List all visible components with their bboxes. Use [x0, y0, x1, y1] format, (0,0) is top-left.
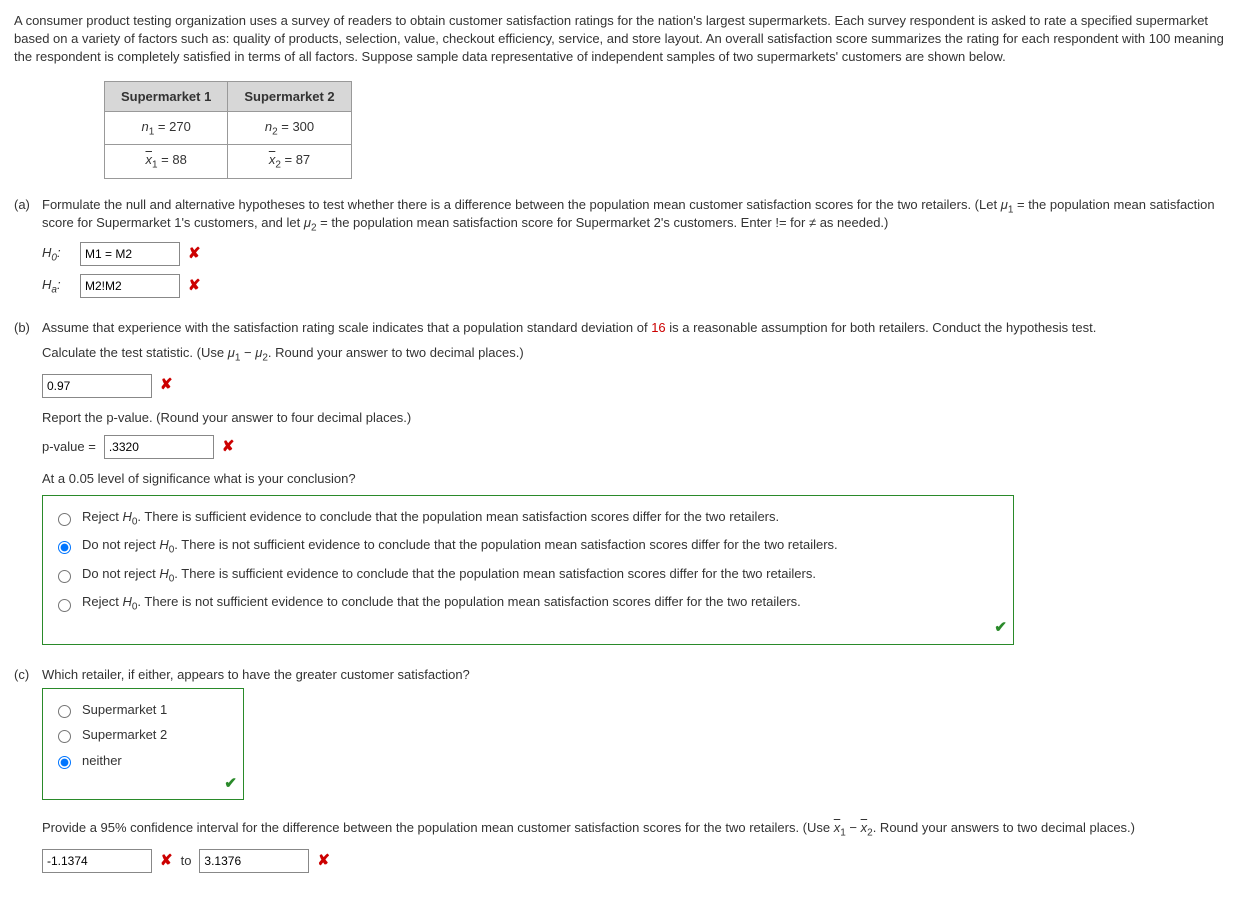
part-a-label: (a)	[14, 197, 42, 234]
part-c-text: Which retailer, if either, appears to ha…	[42, 667, 1241, 682]
pvalue-prompt: Report the p-value. (Round your answer t…	[42, 408, 1241, 428]
retailer-radio-1[interactable]	[58, 705, 71, 718]
n1-cell: n1 = 270	[105, 111, 228, 145]
choice-radio-3[interactable]	[58, 570, 71, 583]
choice-text: Do not reject H0. There is not sufficien…	[82, 535, 838, 558]
conclusion-prompt: At a 0.05 level of significance what is …	[42, 469, 1241, 489]
ci-prompt-a: Provide a 95% confidence interval for th…	[42, 820, 834, 835]
x-icon: ✘	[317, 850, 330, 873]
col1-header: Supermarket 1	[105, 81, 228, 111]
check-icon: ✔	[224, 773, 237, 796]
choice-text: Supermarket 1	[82, 700, 167, 720]
problem-intro: A consumer product testing organization …	[14, 12, 1241, 67]
x-icon: ✘	[160, 850, 173, 873]
choice-text: Reject H0. There is sufficient evidence …	[82, 507, 779, 530]
choice-text: Do not reject H0. There is sufficient ev…	[82, 564, 816, 587]
check-icon: ✔	[994, 617, 1007, 640]
ci-prompt-b: . Round your answers to two decimal plac…	[873, 820, 1135, 835]
choice-radio-2[interactable]	[58, 541, 71, 554]
part-c: (c) Which retailer, if either, appears t…	[14, 667, 1241, 873]
ha-label: Ha:	[42, 275, 72, 298]
n2-cell: n2 = 300	[228, 111, 351, 145]
sigma-value: 16	[651, 320, 665, 335]
col2-header: Supermarket 2	[228, 81, 351, 111]
ci-low-input[interactable]	[42, 849, 152, 873]
part-a-text: Formulate the null and alternative hypot…	[42, 197, 1001, 212]
x-icon: ✘	[188, 243, 201, 266]
test-stat-input[interactable]	[42, 374, 152, 398]
part-b-text1b: is a reasonable assumption for both reta…	[666, 320, 1097, 335]
retailer-radio-3[interactable]	[58, 756, 71, 769]
h0-input[interactable]	[80, 242, 180, 266]
part-b: (b) Assume that experience with the sati…	[14, 320, 1241, 645]
ha-input[interactable]	[80, 274, 180, 298]
x1-cell: x1 = 88	[105, 145, 228, 179]
choice-text: Supermarket 2	[82, 725, 167, 745]
pvalue-input[interactable]	[104, 435, 214, 459]
x-icon: ✘	[188, 275, 201, 298]
pvalue-label: p-value =	[42, 437, 96, 457]
retailer-choices: Supermarket 1 Supermarket 2 neither ✔	[42, 688, 244, 801]
part-c-label: (c)	[14, 667, 42, 682]
part-b-label: (b)	[14, 320, 42, 335]
conclusion-choices: Reject H0. There is sufficient evidence …	[42, 495, 1014, 645]
choice-text: Reject H0. There is not sufficient evide…	[82, 592, 801, 615]
part-a: (a) Formulate the null and alternative h…	[14, 197, 1241, 298]
data-table: Supermarket 1 Supermarket 2 n1 = 270 n2 …	[104, 81, 352, 179]
h0-label: H0:	[42, 243, 72, 266]
choice-radio-1[interactable]	[58, 513, 71, 526]
choice-radio-4[interactable]	[58, 599, 71, 612]
x2-cell: x2 = 87	[228, 145, 351, 179]
retailer-radio-2[interactable]	[58, 730, 71, 743]
x-icon: ✘	[222, 436, 235, 459]
x-icon: ✘	[160, 374, 173, 397]
to-label: to	[181, 851, 192, 871]
ci-high-input[interactable]	[199, 849, 309, 873]
part-b-text1a: Assume that experience with the satisfac…	[42, 320, 651, 335]
mu2-def: = the population mean satisfaction score…	[317, 215, 889, 230]
choice-text: neither	[82, 751, 122, 771]
